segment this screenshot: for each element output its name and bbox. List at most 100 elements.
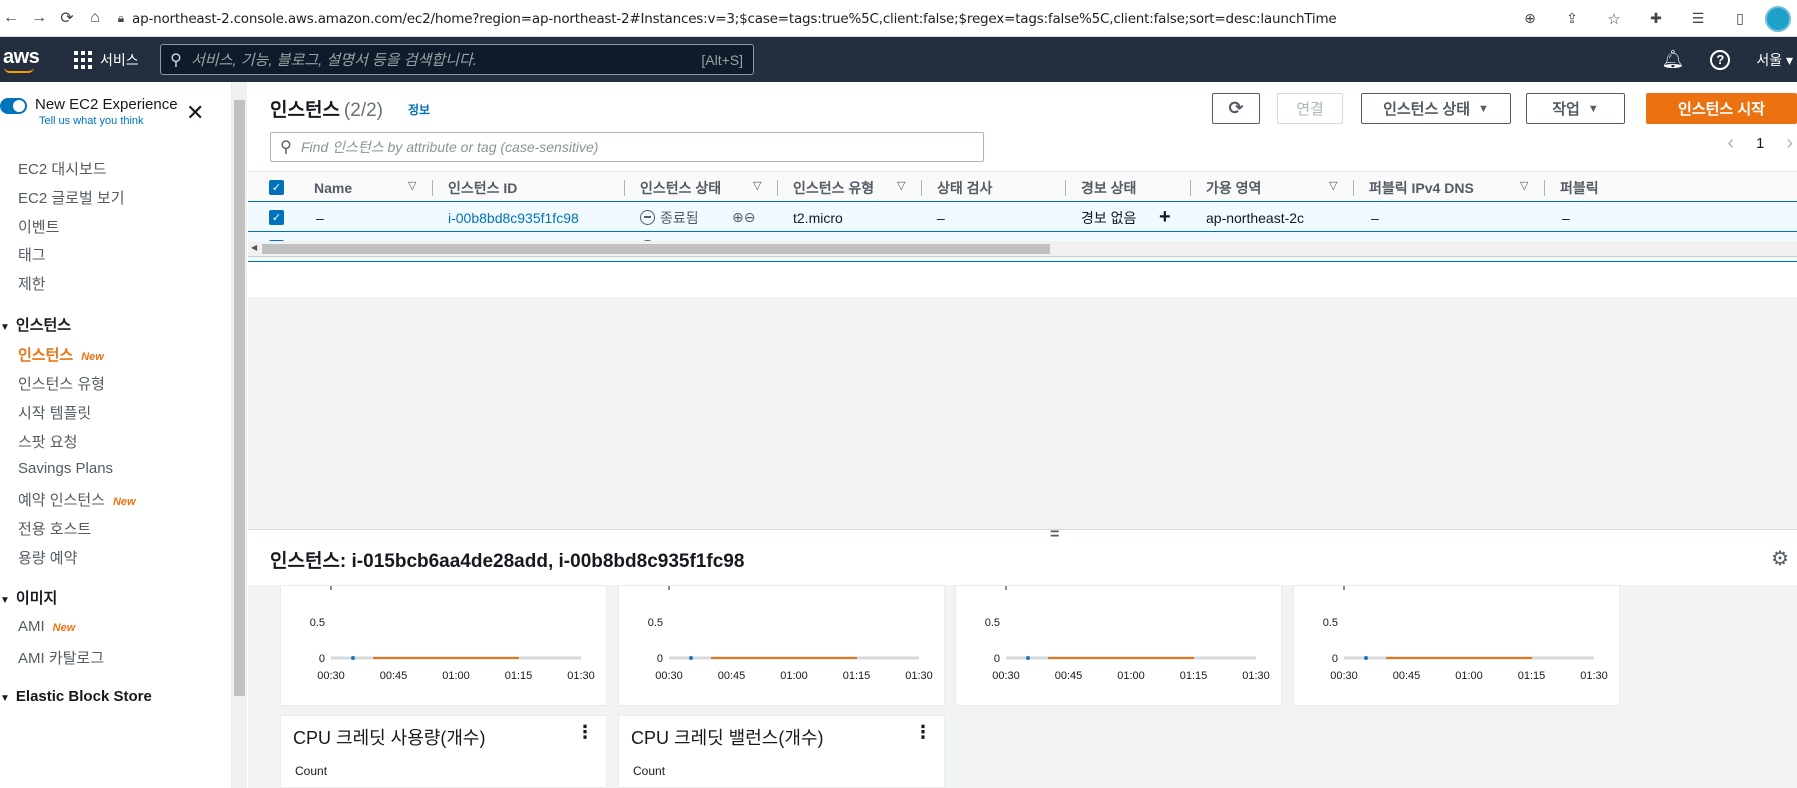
new-experience-toggle[interactable]: New EC2 Experience Tell us what you thin… xyxy=(0,96,178,127)
sidebar-item-launch-templates[interactable]: 시작 템플릿 xyxy=(18,402,91,423)
sidebar-item-ami[interactable]: AMI New xyxy=(18,618,75,635)
instance-id-link[interactable]: i-00b8bd8c935f1fc98 xyxy=(448,202,579,233)
sort-icon[interactable]: ▽ xyxy=(408,179,416,192)
sidebar-section-instances[interactable]: ▼ 인스턴스 xyxy=(0,314,71,335)
services-menu[interactable]: 서비스 xyxy=(74,37,139,82)
global-search[interactable]: ⚲ 서비스, 기능, 블로그, 설명서 등을 검색합니다. [Alt+S] xyxy=(160,44,754,75)
sidebar-item-dashboard[interactable]: EC2 대시보드 xyxy=(18,158,107,179)
connect-button[interactable]: 연결 xyxy=(1277,93,1343,124)
sidepanel-icon[interactable]: ▯ xyxy=(1729,8,1751,30)
table-horizontal-scrollbar[interactable]: ◀ xyxy=(248,241,1797,257)
zoom-icon[interactable]: ⊕ xyxy=(1519,8,1541,30)
scrollbar-thumb[interactable] xyxy=(262,244,1050,254)
col-instance-id[interactable]: 인스턴스 ID xyxy=(448,172,517,203)
column-divider[interactable] xyxy=(1544,180,1545,196)
sort-icon[interactable]: ▽ xyxy=(753,179,761,192)
sort-icon[interactable]: ▽ xyxy=(897,179,905,192)
page-number[interactable]: 1 xyxy=(1756,135,1764,152)
column-divider[interactable] xyxy=(624,180,625,196)
sidebar-item-limits[interactable]: 제한 xyxy=(18,273,46,294)
sidebar-section-images[interactable]: ▼ 이미지 xyxy=(0,587,57,608)
instance-state-dropdown[interactable]: 인스턴스 상태 ▼ xyxy=(1361,93,1511,124)
media-icon[interactable]: ☰ xyxy=(1687,8,1709,30)
section-label: Elastic Block Store xyxy=(15,688,152,705)
y-tick-label: 0 xyxy=(994,653,1000,665)
info-link[interactable]: 정보 xyxy=(408,101,430,118)
sidebar-item-instances[interactable]: 인스턴스 New xyxy=(18,344,104,365)
column-divider[interactable] xyxy=(1353,180,1354,196)
sidebar-item-ami-catalog[interactable]: AMI 카탈로그 xyxy=(18,647,104,668)
sidebar-item-savings-plans[interactable]: Savings Plans xyxy=(18,460,113,477)
gear-icon[interactable]: ⚙ xyxy=(1771,546,1789,571)
zoom-in-out-icon[interactable]: ⊕⊖ xyxy=(732,202,755,233)
share-icon[interactable]: ⇪ xyxy=(1561,8,1583,30)
col-public-dns[interactable]: 퍼블릭 IPv4 DNS xyxy=(1369,172,1474,203)
sort-icon[interactable]: ▽ xyxy=(1520,179,1528,192)
more-vertical-icon[interactable]: ⋮ xyxy=(576,722,594,743)
sidebar-item-dedicated-hosts[interactable]: 전용 호스트 xyxy=(18,518,91,539)
scrollbar-thumb[interactable] xyxy=(234,100,245,696)
row-checkbox[interactable]: ✓ xyxy=(269,202,284,233)
sidebar-item-spot-requests[interactable]: 스팟 요청 xyxy=(18,431,77,452)
sidebar-item-tags[interactable]: 태그 xyxy=(18,244,46,265)
profile-avatar[interactable] xyxy=(1765,5,1791,32)
bell-icon[interactable]: 🔔︎ xyxy=(1661,49,1684,70)
x-tick-label: 01:30 xyxy=(1242,670,1270,682)
sidebar-item-capacity-reservations[interactable]: 용량 예약 xyxy=(18,547,77,568)
y-tick-label: 0.5 xyxy=(1323,617,1338,629)
table-row[interactable]: ✓ – i-00b8bd8c935f1fc98 종료됨 ⊕⊖ t2.micro … xyxy=(248,201,1797,232)
resize-handle-icon[interactable]: = xyxy=(1050,526,1059,544)
feedback-link[interactable]: Tell us what you think xyxy=(39,115,178,127)
sidebar-section-ebs[interactable]: ▼ Elastic Block Store xyxy=(0,688,152,705)
lock-icon: 🔒︎ xyxy=(117,11,125,25)
col-name[interactable]: Name xyxy=(314,172,352,203)
star-icon[interactable]: ☆ xyxy=(1603,8,1625,30)
col-public-ip[interactable]: 퍼블릭 xyxy=(1560,172,1599,203)
launch-instances-button[interactable]: 인스턴스 시작 xyxy=(1646,93,1797,124)
column-divider[interactable] xyxy=(777,180,778,196)
sidebar-item-instance-types[interactable]: 인스턴스 유형 xyxy=(18,373,105,394)
check-icon: ✓ xyxy=(269,210,284,225)
back-icon[interactable]: ← xyxy=(0,7,22,29)
home-icon[interactable]: ⌂ xyxy=(84,7,106,29)
col-alarm-status[interactable]: 경보 상태 xyxy=(1081,172,1136,203)
forward-icon[interactable]: → xyxy=(28,7,50,29)
sidebar-scrollbar[interactable] xyxy=(232,82,247,788)
column-divider[interactable] xyxy=(432,180,433,196)
select-all-checkbox[interactable]: ✓ xyxy=(269,172,284,203)
url-text[interactable]: ap-northeast-2.console.aws.amazon.com/ec… xyxy=(132,11,1337,27)
col-instance-state[interactable]: 인스턴스 상태 xyxy=(640,172,721,203)
actions-dropdown[interactable]: 작업 ▼ xyxy=(1526,93,1625,124)
column-divider[interactable] xyxy=(1190,180,1191,196)
add-alarm-icon[interactable]: + xyxy=(1159,202,1171,233)
col-availability-zone[interactable]: 가용 영역 xyxy=(1206,172,1261,203)
card-title: CPU 크레딧 밸런스(개수) xyxy=(631,728,824,748)
reload-icon[interactable]: ⟳ xyxy=(56,7,78,29)
column-divider[interactable] xyxy=(921,180,922,196)
help-icon[interactable]: ? xyxy=(1710,49,1731,70)
scroll-left-icon[interactable]: ◀ xyxy=(251,243,257,252)
extensions-icon[interactable]: ✚ xyxy=(1645,8,1667,30)
filter-input[interactable]: ⚲ Find 인스턴스 by attribute or tag (case-se… xyxy=(270,132,984,162)
column-divider[interactable] xyxy=(1065,180,1066,196)
sidebar-item-global-view[interactable]: EC2 글로벌 보기 xyxy=(18,187,125,208)
chevron-right-icon[interactable]: › xyxy=(1786,132,1793,155)
metric-mini-chart: 0.5 0 00:30 00:45 01:00 01:15 01:30 xyxy=(985,586,1270,682)
new-experience-title: New EC2 Experience xyxy=(35,96,178,113)
region-selector[interactable]: 서울 ▾ xyxy=(1756,50,1793,70)
refresh-button[interactable]: ⟳ xyxy=(1212,93,1260,124)
aws-logo[interactable]: aws xyxy=(3,46,40,69)
toggle-switch[interactable] xyxy=(0,98,27,114)
sidebar-item-reserved-instances[interactable]: 예약 인스턴스 New xyxy=(18,489,136,510)
sort-icon[interactable]: ▽ xyxy=(1329,179,1337,192)
chevron-left-icon[interactable]: ‹ xyxy=(1727,132,1734,155)
col-instance-type[interactable]: 인스턴스 유형 xyxy=(793,172,874,203)
grid-icon xyxy=(74,50,92,69)
search-placeholder: 서비스, 기능, 블로그, 설명서 등을 검색합니다. xyxy=(191,52,477,69)
col-status-check[interactable]: 상태 검사 xyxy=(937,172,992,203)
sidebar-item-events[interactable]: 이벤트 xyxy=(18,216,59,237)
close-icon[interactable]: ✕ xyxy=(186,100,204,126)
address-bar[interactable]: 🔒︎ ap-northeast-2.console.aws.amazon.com… xyxy=(118,6,1669,31)
cell-type: t2.micro xyxy=(793,209,843,226)
more-vertical-icon[interactable]: ⋮ xyxy=(914,722,932,743)
